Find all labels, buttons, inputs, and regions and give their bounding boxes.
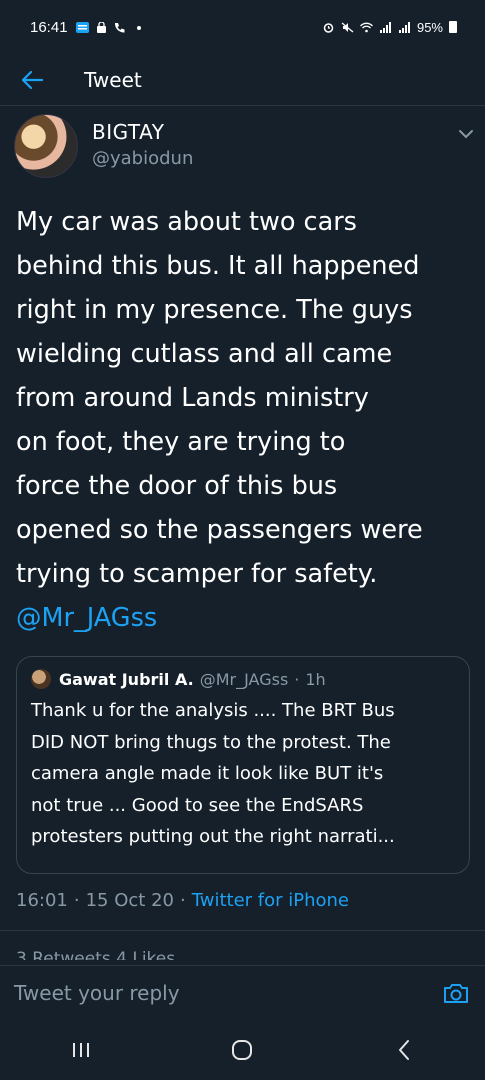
- call-icon: [114, 22, 125, 33]
- signal-icon: [398, 21, 410, 33]
- back-button[interactable]: [0, 54, 64, 106]
- tweet-meta: 16:01 · 15 Oct 20 · Twitter for iPhone: [16, 890, 349, 911]
- camera-icon: [444, 984, 468, 1003]
- quoted-tweet[interactable]: Gawat Jubril A. @Mr_JAGss · 1h Thank u f…: [16, 656, 470, 874]
- wifi-icon: [359, 22, 373, 32]
- chevron-down-icon: [459, 130, 473, 139]
- quoted-timestamp: 1h: [305, 669, 326, 689]
- home-icon: [232, 1040, 253, 1060]
- tweet-options-button[interactable]: [458, 124, 474, 143]
- home-button[interactable]: [212, 1020, 272, 1080]
- reply-bar: Tweet your reply: [0, 965, 485, 1020]
- quoted-separator: ·: [294, 669, 300, 689]
- reply-input[interactable]: Tweet your reply: [14, 981, 180, 1005]
- tweet-author: BIGTAY @yabiodun: [14, 114, 474, 184]
- top-header: Tweet: [0, 54, 485, 106]
- quoted-tweet-text: Thank u for the analysis .... The BRT Bu…: [31, 700, 395, 847]
- author-names: BIGTAY @yabiodun: [92, 120, 193, 169]
- author-display-name[interactable]: BIGTAY: [92, 120, 193, 144]
- status-right-icons: 95%: [322, 20, 457, 35]
- system-back-button[interactable]: [374, 1020, 434, 1080]
- status-time: 16:41: [30, 18, 68, 36]
- arrow-left-icon: [21, 70, 43, 89]
- divider: [0, 930, 485, 931]
- battery-percent: 95%: [416, 19, 443, 35]
- tweet-stats[interactable]: 3 Retweets 4 Likes: [16, 940, 175, 960]
- status-bar: 16:41 95%: [0, 0, 485, 54]
- signal-icon: [379, 21, 391, 33]
- page-title: Tweet: [84, 67, 142, 92]
- tweet-source-link[interactable]: Twitter for iPhone: [192, 890, 349, 911]
- quoted-tweet-header: Gawat Jubril A. @Mr_JAGss · 1h: [31, 669, 455, 689]
- meta-separator: ·: [73, 890, 80, 911]
- quoted-avatar: [31, 669, 51, 689]
- recents-icon: [72, 1043, 89, 1057]
- dot-icon: [136, 25, 141, 30]
- tweet-time: 16:01: [16, 890, 68, 911]
- quoted-author-handle: @Mr_JAGss: [199, 669, 289, 689]
- camera-button[interactable]: [441, 978, 471, 1008]
- back-icon: [399, 1040, 410, 1060]
- mute-icon: [341, 21, 354, 33]
- tweet-body: My car was about two cars behind this bu…: [16, 207, 423, 589]
- recents-button[interactable]: [51, 1020, 111, 1080]
- tweet-text: My car was about two cars behind this bu…: [16, 200, 476, 640]
- avatar[interactable]: [14, 114, 78, 178]
- quoted-author-name: Gawat Jubril A.: [59, 669, 194, 689]
- alarm-icon: [323, 22, 334, 33]
- system-nav-bar: [0, 1020, 485, 1080]
- status-left-icons: [75, 21, 146, 33]
- battery-icon: [449, 21, 457, 33]
- meta-separator: ·: [179, 890, 186, 911]
- notification-icon: [75, 21, 89, 33]
- tweet-date: 15 Oct 20: [85, 890, 174, 911]
- lock-icon: [96, 21, 106, 33]
- tweet-mention-link[interactable]: @Mr_JAGss: [16, 603, 157, 633]
- author-handle[interactable]: @yabiodun: [92, 148, 193, 169]
